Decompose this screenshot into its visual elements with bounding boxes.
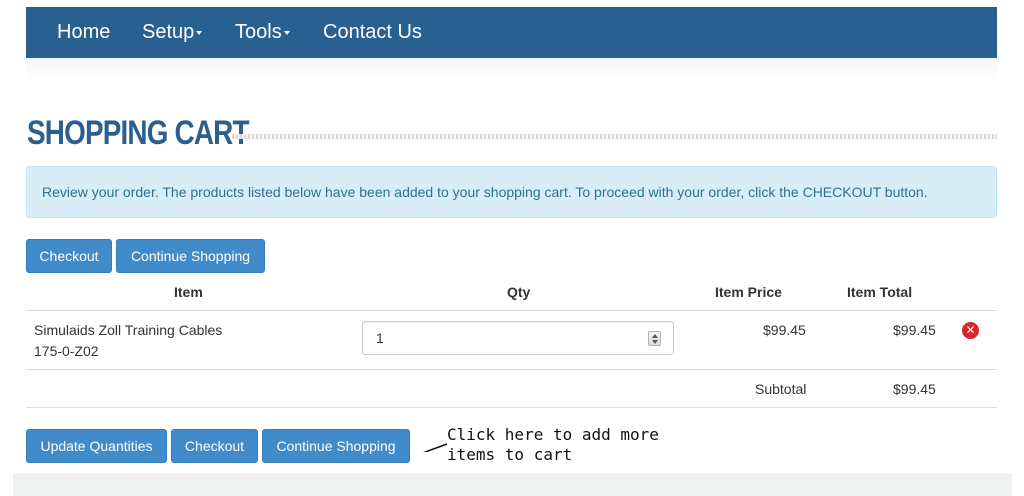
info-alert-text: Review your order. The products listed b… xyxy=(42,184,928,200)
caret-down-icon xyxy=(283,30,290,35)
info-alert: Review your order. The products listed b… xyxy=(26,166,997,218)
annotation-line-2: items to cart xyxy=(447,445,573,464)
column-header-item-total: Item Total xyxy=(847,284,913,300)
item-sku: 175-0-Z02 xyxy=(34,343,99,359)
continue-shopping-button-top[interactable]: Continue Shopping xyxy=(116,239,265,273)
annotation-line-1: Click here to add more xyxy=(447,425,659,444)
title-divider xyxy=(232,134,997,139)
close-circle-icon[interactable]: ✕ xyxy=(962,322,979,339)
checkout-button-top[interactable]: Checkout xyxy=(26,239,112,273)
continue-shopping-button-bottom[interactable]: Continue Shopping xyxy=(262,429,410,463)
nav-contact-us[interactable]: Contact Us xyxy=(323,21,422,43)
spin-down-arrow[interactable] xyxy=(652,340,658,344)
navbar-shadow xyxy=(26,58,997,82)
table-header-divider xyxy=(26,310,997,311)
column-header-item: Item xyxy=(174,284,203,300)
subtotal-label: Subtotal xyxy=(755,381,807,397)
annotation-callout: Click here to add more items to cart xyxy=(447,425,659,465)
column-header-item-price: Item Price xyxy=(715,284,782,300)
item-name: Simulaids Zoll Training Cables xyxy=(34,322,223,338)
column-header-qty: Qty xyxy=(507,284,531,300)
quantity-value: 1 xyxy=(376,330,384,346)
checkout-button-bottom[interactable]: Checkout xyxy=(171,429,258,463)
subtotal-divider xyxy=(26,407,997,408)
footer-band xyxy=(13,473,1012,496)
quantity-input[interactable]: 1 xyxy=(362,321,674,355)
item-total: $99.45 xyxy=(893,322,936,338)
nav-setup[interactable]: Setup xyxy=(142,21,203,43)
annotation-pointer-line xyxy=(423,443,448,452)
caret-down-icon xyxy=(196,30,203,35)
item-price: $99.45 xyxy=(763,322,806,338)
update-quantities-button[interactable]: Update Quantities xyxy=(26,429,167,463)
top-navbar: Home Setup Tools Contact Us xyxy=(26,7,997,58)
nav-home[interactable]: Home xyxy=(57,21,110,43)
spinner-arrows-icon[interactable] xyxy=(648,331,661,346)
subtotal-value: $99.45 xyxy=(893,381,936,397)
nav-tools[interactable]: Tools xyxy=(235,21,290,43)
page-title: SHOPPING CART xyxy=(27,114,250,152)
row-divider xyxy=(26,369,997,370)
spin-up-arrow[interactable] xyxy=(652,334,658,338)
